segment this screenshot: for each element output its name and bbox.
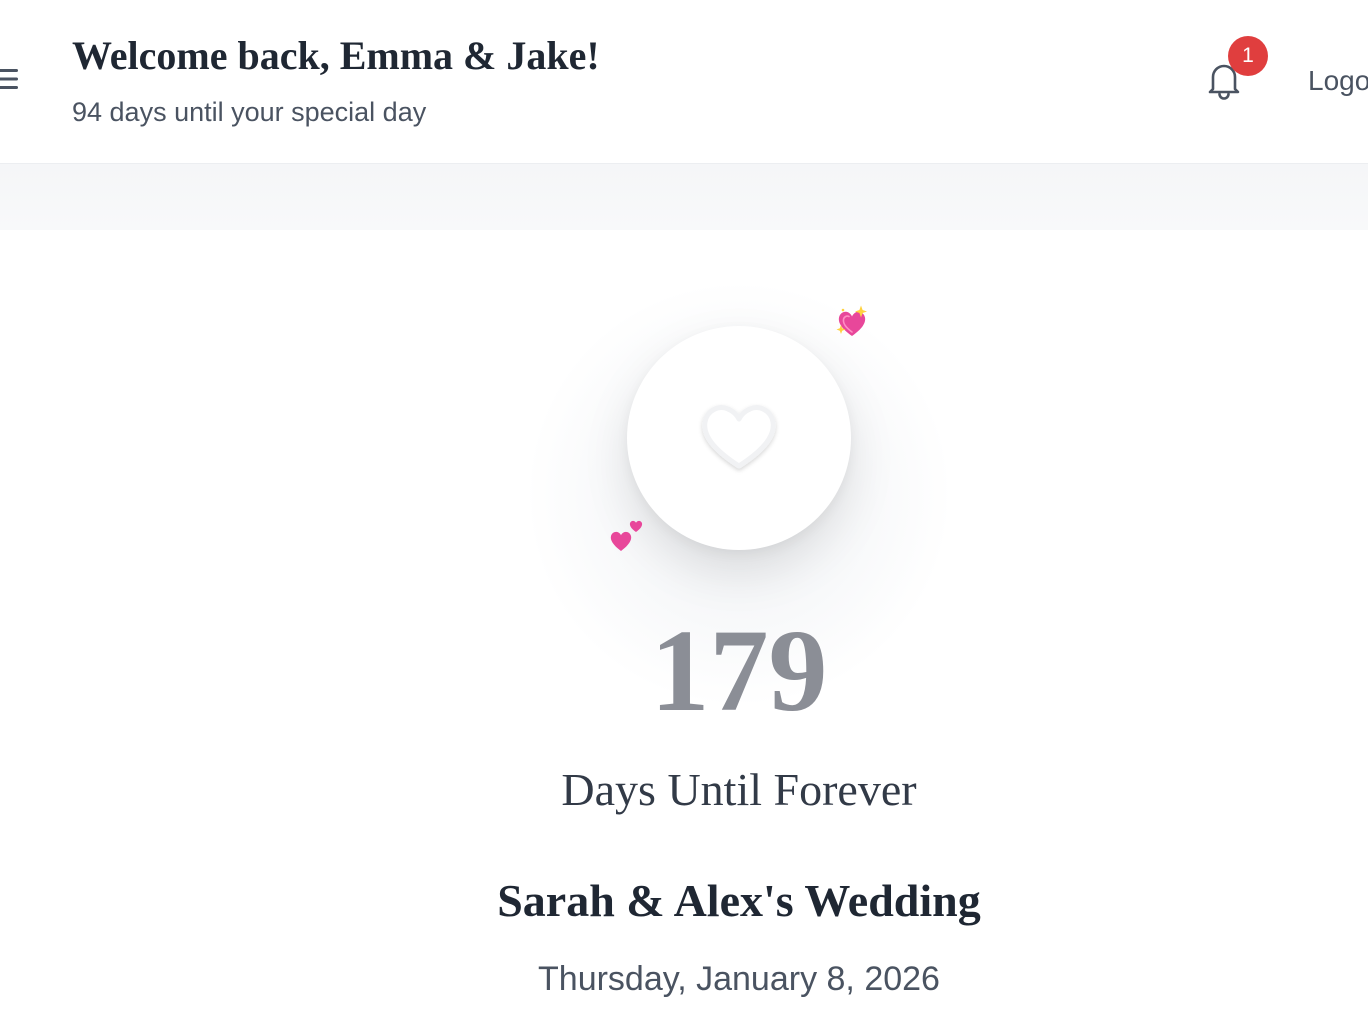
event-title: Sarah & Alex's Wedding [497,875,981,926]
notifications-button[interactable]: 1 [1196,36,1268,108]
logout-link[interactable]: Logo [1308,64,1368,98]
welcome-subtitle: 94 days until your special day [72,97,427,127]
secondary-nav-band [0,164,1368,230]
heart-circle [627,326,851,550]
heart-icon [702,405,776,469]
days-remaining-count: 179 [650,605,828,736]
two-hearts-icon [610,520,643,551]
hamburger-menu-icon[interactable] [0,66,20,92]
top-header: Welcome back, Emma & Jake! 94 days until… [0,0,1368,164]
event-date: Thursday, January 8, 2026 [538,960,940,998]
welcome-title: Welcome back, Emma & Jake! [72,33,600,78]
notification-count-badge: 1 [1228,36,1268,76]
sparkling-heart-icon [836,305,867,336]
countdown-label: Days Until Forever [561,764,917,815]
